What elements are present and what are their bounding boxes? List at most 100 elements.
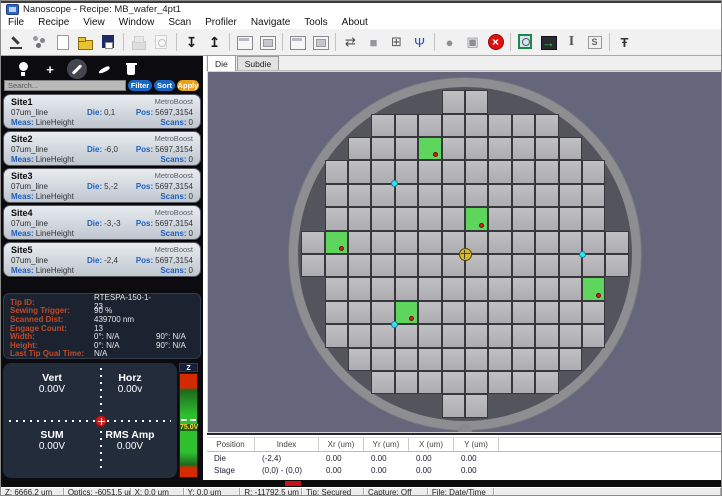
wafer-die[interactable] — [442, 394, 465, 417]
stage-go-icon[interactable]: → — [538, 32, 559, 52]
wafer-die[interactable] — [395, 137, 418, 160]
wafer-die[interactable] — [488, 207, 511, 230]
wafer-die[interactable] — [512, 324, 535, 347]
wafer-die[interactable] — [348, 231, 371, 254]
wafer-die[interactable] — [325, 324, 348, 347]
wafer-die-site[interactable] — [418, 137, 441, 160]
wafer-die[interactable] — [348, 207, 371, 230]
window-b-icon[interactable] — [257, 32, 278, 52]
frame-icon[interactable]: ▣ — [462, 32, 483, 52]
wafer-die[interactable] — [582, 160, 605, 183]
wafer-die[interactable] — [582, 254, 605, 277]
wafer-die[interactable] — [559, 348, 582, 371]
site-card[interactable]: Site1MetroBoost07um_lineDie:0,1Pos:5697,… — [3, 94, 201, 129]
wafer-die[interactable] — [465, 137, 488, 160]
site-card[interactable]: Site5MetroBoost07um_lineDie:-2,4Pos:5697… — [3, 242, 201, 277]
wafer-die[interactable] — [371, 137, 394, 160]
wafer-die[interactable] — [582, 184, 605, 207]
wafer-die[interactable] — [348, 301, 371, 324]
wafer-die[interactable] — [371, 277, 394, 300]
wafer-die[interactable] — [348, 137, 371, 160]
menu-scan[interactable]: Scan — [161, 17, 198, 28]
wafer-die[interactable] — [465, 348, 488, 371]
wafer-die[interactable] — [535, 324, 558, 347]
wafer-die[interactable] — [442, 184, 465, 207]
wafer-die[interactable] — [371, 254, 394, 277]
move-icon[interactable]: + — [40, 59, 60, 79]
wafer-die[interactable] — [488, 254, 511, 277]
wafer-die[interactable] — [395, 371, 418, 394]
wafer-die[interactable] — [535, 207, 558, 230]
microscope-icon[interactable] — [6, 32, 27, 52]
locate-icon[interactable]: ● — [439, 32, 460, 52]
wafer-die-site[interactable] — [465, 207, 488, 230]
wafer-die[interactable] — [465, 371, 488, 394]
wafer-die[interactable] — [535, 184, 558, 207]
wafer-die[interactable] — [371, 301, 394, 324]
wafer-die[interactable] — [371, 371, 394, 394]
wafer-die[interactable] — [488, 371, 511, 394]
abort-indicator[interactable] — [285, 481, 301, 486]
wafer-die[interactable] — [348, 348, 371, 371]
wafer-die[interactable] — [582, 301, 605, 324]
site-card[interactable]: Site2MetroBoost07um_lineDie:-6,0Pos:5697… — [3, 131, 201, 166]
wafer-die[interactable] — [535, 371, 558, 394]
wafer-die[interactable] — [325, 160, 348, 183]
wafer-die[interactable] — [488, 160, 511, 183]
wafer-die[interactable] — [371, 114, 394, 137]
wafer-die[interactable] — [325, 184, 348, 207]
apply-button[interactable]: Apply — [177, 80, 199, 91]
search-input[interactable] — [4, 80, 126, 91]
wafer-die[interactable] — [559, 254, 582, 277]
wafer-die[interactable] — [512, 301, 535, 324]
image-b-icon[interactable] — [310, 32, 331, 52]
wafer-die[interactable] — [465, 114, 488, 137]
wafer-die[interactable] — [512, 160, 535, 183]
wafer-die[interactable] — [395, 231, 418, 254]
site-card[interactable]: Site4MetroBoost07um_lineDie:-3,-3Pos:569… — [3, 205, 201, 240]
wafer-die[interactable] — [325, 207, 348, 230]
wafer-die[interactable] — [442, 324, 465, 347]
wafer-die[interactable] — [582, 324, 605, 347]
wafer-die[interactable] — [512, 348, 535, 371]
wafer-die[interactable] — [535, 277, 558, 300]
wafer-die[interactable] — [442, 114, 465, 137]
wafer-die[interactable] — [371, 231, 394, 254]
sort-button[interactable]: Sort — [154, 80, 175, 91]
wafer-die[interactable] — [488, 184, 511, 207]
wafer-die[interactable] — [559, 231, 582, 254]
wafer-die[interactable] — [535, 348, 558, 371]
wafer-die[interactable] — [535, 137, 558, 160]
wafer-die[interactable] — [371, 324, 394, 347]
wafer-die[interactable] — [442, 277, 465, 300]
save-icon[interactable] — [98, 32, 119, 52]
wafer-die[interactable] — [488, 301, 511, 324]
menu-navigate[interactable]: Navigate — [244, 17, 297, 28]
grid-icon[interactable]: ⊞ — [386, 32, 407, 52]
gray-square-icon[interactable]: ■ — [363, 32, 384, 52]
wafer-die[interactable] — [512, 254, 535, 277]
wafer-die[interactable] — [605, 254, 628, 277]
wafer-die[interactable] — [418, 114, 441, 137]
wafer-die[interactable] — [395, 207, 418, 230]
wafer-die[interactable] — [442, 348, 465, 371]
wafer-die[interactable] — [559, 137, 582, 160]
tip-qual-icon[interactable]: Ŧ — [614, 32, 635, 52]
wafer-die[interactable] — [512, 114, 535, 137]
menu-tools[interactable]: Tools — [297, 17, 334, 28]
wafer-die[interactable] — [395, 184, 418, 207]
open-folder-icon[interactable] — [75, 32, 96, 52]
wafer-die[interactable] — [465, 160, 488, 183]
wafer-die[interactable] — [535, 301, 558, 324]
wafer-die[interactable] — [418, 160, 441, 183]
wafer-die[interactable] — [325, 301, 348, 324]
wafer-die[interactable] — [442, 160, 465, 183]
tab-die[interactable]: Die — [207, 55, 236, 71]
wafer-die[interactable] — [395, 114, 418, 137]
wafer-die[interactable] — [418, 348, 441, 371]
wafer-die[interactable] — [582, 231, 605, 254]
wafer-die[interactable] — [488, 114, 511, 137]
wafer-die[interactable] — [488, 137, 511, 160]
wafer-die[interactable] — [512, 231, 535, 254]
menu-recipe[interactable]: Recipe — [31, 17, 76, 28]
